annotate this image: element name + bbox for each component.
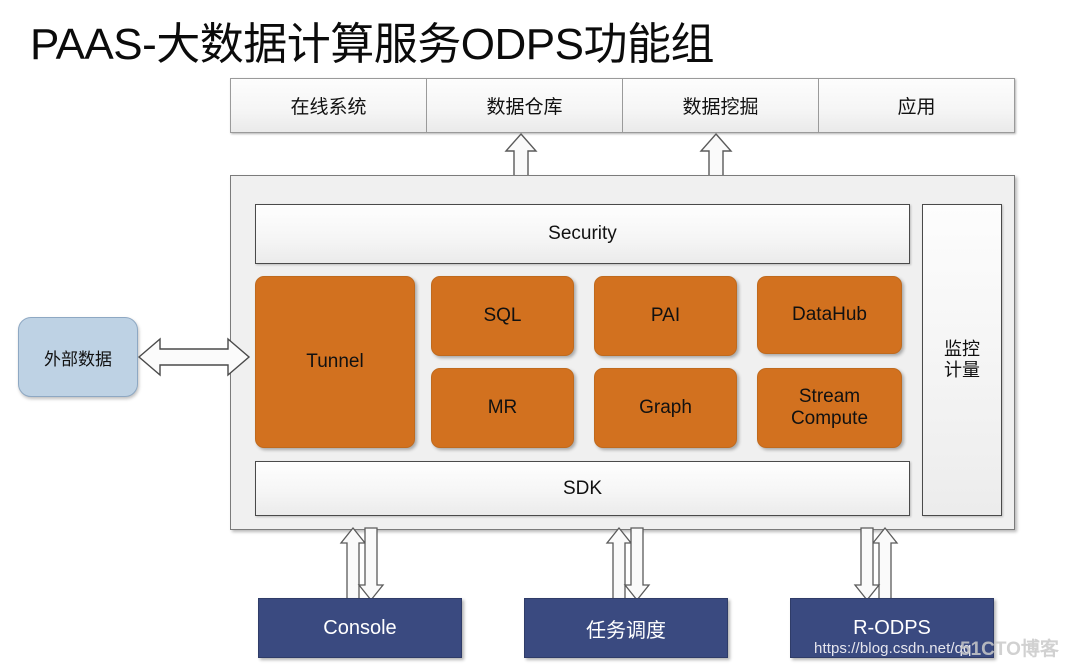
monitoring-panel[interactable]: 监控计量 xyxy=(922,204,1002,516)
arrow-down-console-icon xyxy=(357,527,385,602)
arrow-down-rodps-icon xyxy=(853,527,881,602)
external-data-node[interactable]: 外部数据 xyxy=(18,317,138,397)
module-datahub[interactable]: DataHub xyxy=(757,276,902,354)
security-layer[interactable]: Security xyxy=(255,204,910,264)
module-tunnel[interactable]: Tunnel xyxy=(255,276,415,448)
top-cell-data-warehouse[interactable]: 数据仓库 xyxy=(427,79,623,132)
module-sql[interactable]: SQL xyxy=(431,276,574,356)
sdk-layer[interactable]: SDK xyxy=(255,461,910,516)
arrow-up-to-warehouse-icon xyxy=(504,132,538,177)
tool-scheduler[interactable]: 任务调度 xyxy=(524,598,728,658)
tool-console[interactable]: Console xyxy=(258,598,462,658)
odps-container: Security Tunnel SQL PAI DataHub MR Graph… xyxy=(230,175,1015,530)
module-mr-label: MR xyxy=(487,397,518,419)
tool-console-label: Console xyxy=(323,616,397,639)
module-sql-label: SQL xyxy=(483,305,522,327)
module-graph-label: Graph xyxy=(639,397,692,419)
odps-inner-frame: Security Tunnel SQL PAI DataHub MR Graph… xyxy=(239,184,1008,523)
module-stream-compute-label: Stream Compute xyxy=(790,386,869,429)
page-title: PAAS-大数据计算服务ODPS功能组 xyxy=(30,20,714,69)
top-cell-application[interactable]: 应用 xyxy=(819,79,1014,132)
module-stream-compute[interactable]: Stream Compute xyxy=(757,368,902,448)
module-mr[interactable]: MR xyxy=(431,368,574,448)
external-data-label: 外部数据 xyxy=(44,349,112,369)
top-consumer-row: 在线系统 数据仓库 数据挖掘 应用 xyxy=(230,78,1015,133)
module-pai-label: PAI xyxy=(650,305,681,327)
module-pai[interactable]: PAI xyxy=(594,276,737,356)
watermark-url: https://blog.csdn.net/qq xyxy=(814,640,972,657)
top-cell-online-system[interactable]: 在线系统 xyxy=(231,79,427,132)
module-tunnel-label: Tunnel xyxy=(306,351,364,373)
tool-scheduler-label: 任务调度 xyxy=(586,619,666,642)
arrow-down-scheduler-icon xyxy=(623,527,651,602)
diagram-canvas: PAAS-大数据计算服务ODPS功能组 在线系统 数据仓库 数据挖掘 应用 Se… xyxy=(0,0,1086,667)
top-cell-data-mining[interactable]: 数据挖掘 xyxy=(623,79,819,132)
monitoring-panel-label: 监控计量 xyxy=(944,338,980,380)
module-datahub-label: DataHub xyxy=(792,304,867,326)
sdk-label: SDK xyxy=(562,477,603,499)
tool-rodps-label: R-ODPS xyxy=(853,616,931,639)
watermark-logo: 51CTO博客 xyxy=(960,639,1059,660)
security-label: Security xyxy=(548,223,617,244)
arrow-bidirectional-external-tunnel-icon xyxy=(137,333,251,381)
module-graph[interactable]: Graph xyxy=(594,368,737,448)
arrow-up-to-mining-icon xyxy=(699,132,733,177)
